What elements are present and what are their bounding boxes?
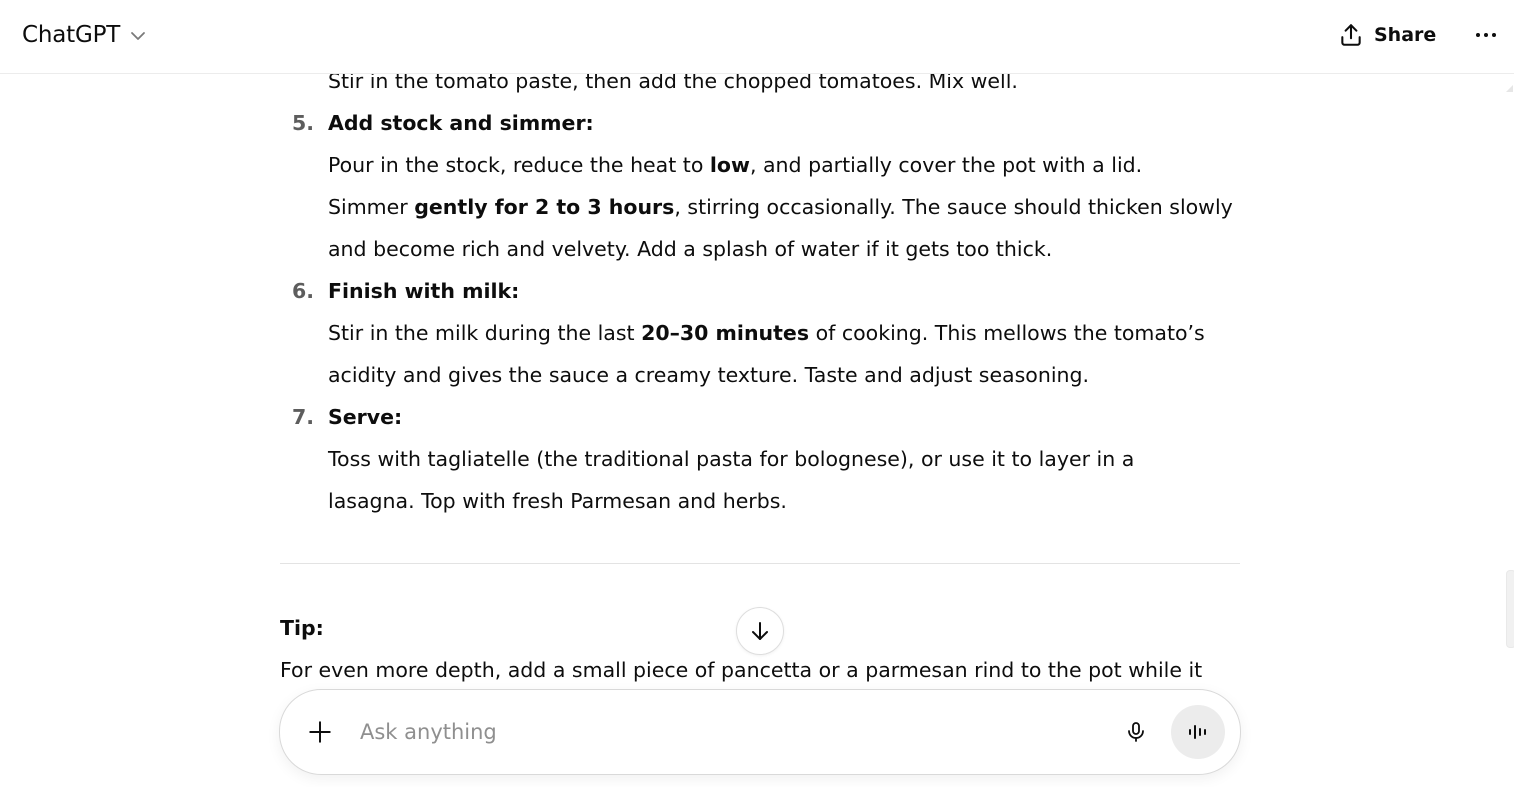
model-switcher[interactable]: ChatGPT <box>14 15 156 55</box>
horizontal-divider <box>280 563 1240 564</box>
arrow-down-icon <box>748 619 772 643</box>
list-number-6: 6. <box>291 279 314 303</box>
conversation-content: Stir in the tomato paste, then add the c… <box>0 0 1514 787</box>
bold-text: gently for 2 to 3 hours <box>414 195 675 219</box>
more-options-button[interactable] <box>1466 15 1506 55</box>
attach-button[interactable] <box>300 712 340 752</box>
scrollbar[interactable] <box>1504 74 1514 787</box>
bold-text: 20–30 minutes <box>641 321 810 345</box>
dictate-button[interactable] <box>1116 712 1156 752</box>
step-5-title: Add stock and simmer: <box>328 111 594 135</box>
step-5-line-2: Simmer gently for 2 to 3 hours, stirring… <box>328 195 1233 219</box>
microphone-icon <box>1124 720 1148 744</box>
scroll-to-bottom-button[interactable] <box>736 607 784 655</box>
step-7-title: Serve: <box>328 405 403 429</box>
step-5-line-3: and become rich and velvety. Add a splas… <box>328 237 1053 261</box>
voice-mode-icon <box>1186 720 1210 744</box>
share-upload-icon <box>1338 22 1364 48</box>
top-bar: ChatGPT Share <box>0 0 1514 74</box>
step-7-line-1: Toss with tagliatelle (the traditional p… <box>328 447 1135 471</box>
voice-mode-button[interactable] <box>1171 705 1225 759</box>
scrollbar-thumb[interactable] <box>1506 570 1514 648</box>
tip-text: For even more depth, add a small piece o… <box>280 658 1203 682</box>
step-6-line-2: acidity and gives the sauce a creamy tex… <box>328 363 1090 387</box>
chevron-down-icon <box>128 26 148 46</box>
tip-label: Tip: <box>280 616 324 640</box>
step-5-line-1: Pour in the stock, reduce the heat to lo… <box>328 153 1143 177</box>
share-button[interactable]: Share <box>1328 15 1446 55</box>
step-6-line-1: Stir in the milk during the last 20–30 m… <box>328 321 1205 345</box>
list-number-7: 7. <box>291 405 314 429</box>
share-label: Share <box>1374 24 1437 46</box>
step-6-title: Finish with milk: <box>328 279 520 303</box>
scroll-up-arrow-icon[interactable] <box>1504 78 1514 92</box>
model-name: ChatGPT <box>22 22 121 48</box>
step-7-line-2: lasagna. Top with fresh Parmesan and her… <box>328 489 787 513</box>
plus-icon <box>307 719 333 745</box>
prompt-input[interactable] <box>360 714 1100 750</box>
more-horizontal-icon <box>1474 23 1498 47</box>
list-number-5: 5. <box>291 111 314 135</box>
composer <box>279 689 1241 775</box>
bold-text: low <box>709 153 750 177</box>
